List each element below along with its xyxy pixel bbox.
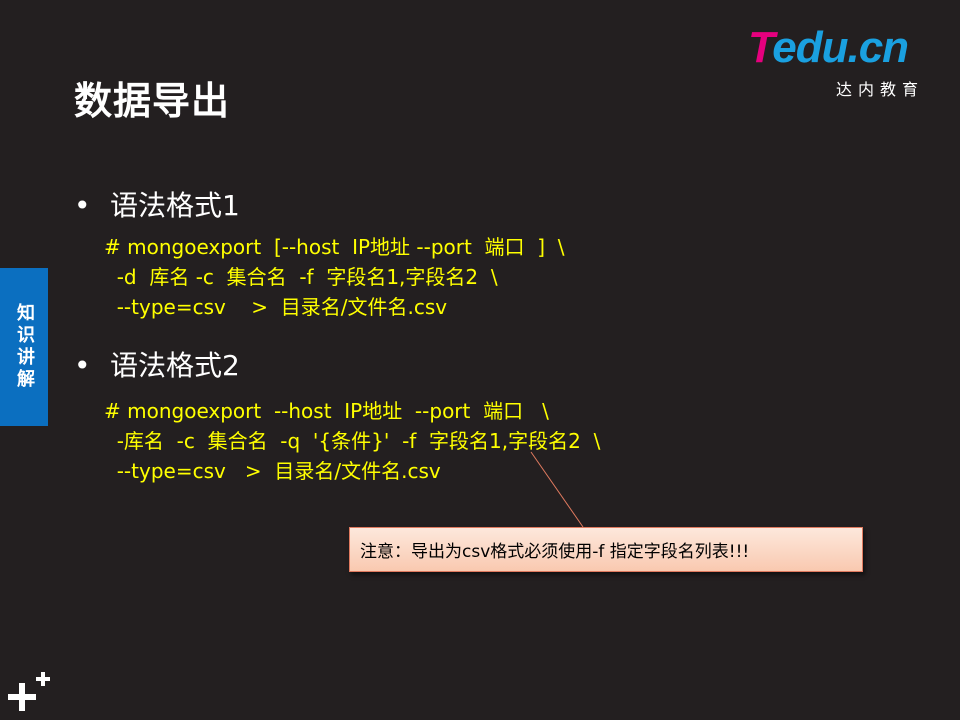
knowledge-tab-label: 知识讲解 (14, 303, 35, 391)
bullet-dot-icon: • (74, 189, 91, 222)
tedu-logo: Tedu.cn 达内教育 (748, 23, 938, 100)
bullet-syntax-1: • 语法格式1 (74, 184, 240, 224)
plus-plus-icon (8, 672, 50, 711)
note-callout-text: 注意：导出为csv格式必须使用-f 指定字段名列表!!! (360, 542, 750, 562)
code-block-1: # mongoexport [--host IP地址 --port 端口 ] \… (104, 235, 565, 319)
slide-title: 数据导出 (74, 79, 231, 123)
code-block-2: # mongoexport --host IP地址 --port 端口 \ -库… (104, 399, 601, 483)
bullet-syntax-2: • 语法格式2 (74, 344, 240, 384)
bullet-dot-icon: • (74, 349, 91, 382)
note-callout: 注意：导出为csv格式必须使用-f 指定字段名列表!!! (349, 527, 863, 572)
logo-subtitle: 达内教育 (835, 80, 924, 99)
bullet-label: 语法格式1 (110, 189, 240, 222)
knowledge-tab: 知识讲解 (0, 268, 48, 426)
bullet-label: 语法格式2 (110, 349, 240, 382)
logo-mark: Tedu.cn (748, 23, 909, 72)
